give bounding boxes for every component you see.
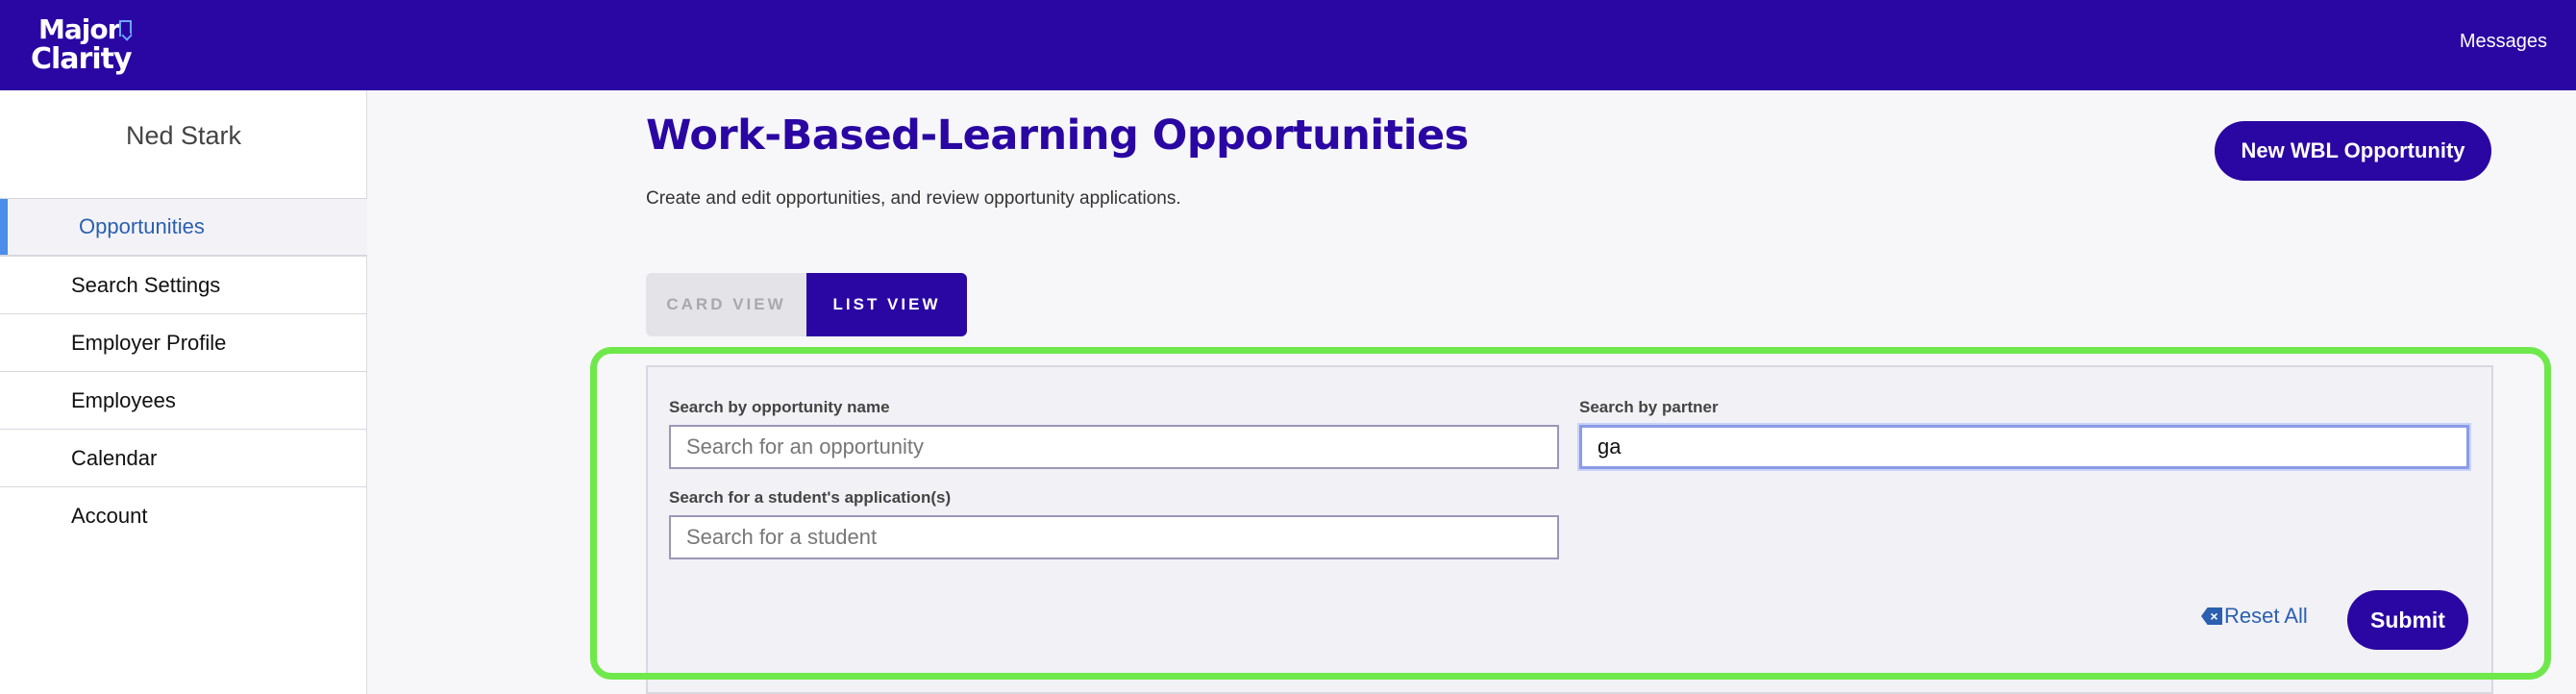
sidebar-item-employees[interactable]: Employees	[0, 371, 367, 429]
major-clarity-logo[interactable]: Major Clarity	[31, 13, 136, 76]
sidebar-item-label: Opportunities	[79, 214, 205, 238]
highlight-outline	[590, 347, 2551, 680]
sidebar: Ned Stark Opportunities Search Settings …	[0, 90, 367, 694]
sidebar-item-label: Account	[71, 503, 148, 528]
sidebar-item-account[interactable]: Account	[0, 486, 367, 544]
sidebar-item-label: Calendar	[71, 445, 158, 470]
sidebar-item-label: Employer Profile	[71, 330, 227, 355]
page-subtitle: Create and edit opportunities, and revie…	[646, 188, 1181, 209]
logo-text-line2: Clarity	[31, 42, 133, 76]
sidebar-item-search-settings[interactable]: Search Settings	[0, 256, 367, 313]
sidebar-nav: Opportunities Search Settings Employer P…	[0, 198, 367, 544]
sidebar-item-opportunities[interactable]: Opportunities	[0, 198, 367, 256]
view-toggle: CARD VIEW LIST VIEW	[646, 273, 967, 336]
sidebar-item-calendar[interactable]: Calendar	[0, 429, 367, 486]
page-title: Work-Based-Learning Opportunities	[646, 112, 1469, 160]
card-view-button[interactable]: CARD VIEW	[646, 273, 806, 336]
logo-text-line1: Major	[38, 13, 120, 45]
bookmark-icon	[119, 20, 132, 37]
sidebar-item-label: Search Settings	[71, 272, 221, 297]
messages-link[interactable]: Messages	[2460, 31, 2547, 53]
top-bar: Major Clarity Messages	[0, 0, 2576, 90]
new-wbl-opportunity-button[interactable]: New WBL Opportunity	[2215, 121, 2491, 181]
sidebar-item-label: Employees	[71, 387, 176, 412]
user-name: Ned Stark	[125, 121, 242, 150]
list-view-button[interactable]: LIST VIEW	[806, 273, 967, 336]
sidebar-item-employer-profile[interactable]: Employer Profile	[0, 313, 367, 371]
